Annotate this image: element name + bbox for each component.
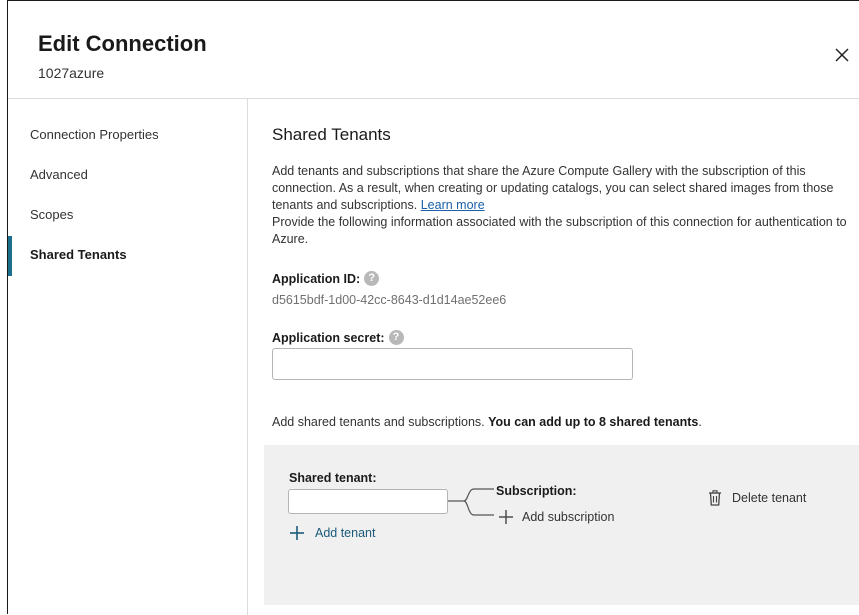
dialog-header: Edit Connection 1027azure: [8, 1, 859, 99]
add-note-prefix: Add shared tenants and subscriptions.: [272, 415, 485, 429]
plus-icon: [290, 526, 304, 540]
add-tenants-note: Add shared tenants and subscriptions. Yo…: [272, 415, 702, 429]
tenant-subscription-connector: [448, 488, 494, 516]
application-secret-label-row: Application secret: ?: [272, 330, 404, 345]
help-icon[interactable]: ?: [364, 271, 380, 286]
sidebar-item-scopes[interactable]: Scopes: [30, 207, 73, 222]
delete-tenant-label: Delete tenant: [732, 491, 807, 505]
section-description: Add tenants and subscriptions that share…: [272, 163, 859, 248]
sidebar-item-shared-tenants[interactable]: Shared Tenants: [30, 247, 127, 262]
trash-icon: [709, 490, 721, 506]
shared-tenant-panel: Shared tenant: Subscription: Add subscri…: [264, 445, 859, 605]
subscription-label: Subscription:: [496, 484, 577, 498]
shared-tenant-label: Shared tenant:: [289, 471, 377, 485]
learn-more-link[interactable]: Learn more: [421, 198, 485, 212]
sidebar-nav: Connection Properties Advanced Scopes Sh…: [8, 99, 248, 615]
add-note-suffix: .: [698, 415, 702, 429]
application-secret-input[interactable]: [272, 348, 633, 380]
close-icon: [835, 48, 849, 62]
description-text-1: Add tenants and subscriptions that share…: [272, 164, 834, 212]
plus-icon: [499, 510, 513, 524]
add-subscription-button[interactable]: Add subscription: [498, 509, 614, 525]
dialog-subtitle: 1027azure: [38, 65, 105, 81]
add-subscription-label: Add subscription: [522, 510, 615, 524]
help-icon[interactable]: ?: [388, 330, 404, 345]
shared-tenant-input[interactable]: [288, 489, 448, 514]
active-nav-indicator: [8, 236, 12, 276]
add-tenant-label: Add tenant: [315, 526, 376, 540]
dialog-title: Edit Connection: [38, 31, 207, 56]
application-secret-label: Application secret:: [272, 330, 385, 345]
section-title: Shared Tenants: [272, 125, 391, 144]
application-id-label-row: Application ID: ?: [272, 271, 380, 286]
add-tenant-button[interactable]: Add tenant: [289, 525, 375, 541]
sidebar-item-advanced[interactable]: Advanced: [30, 167, 88, 182]
close-button[interactable]: [832, 45, 852, 65]
sidebar-item-connection-properties[interactable]: Connection Properties: [30, 127, 159, 142]
delete-tenant-button[interactable]: Delete tenant: [708, 490, 806, 506]
add-note-limit: You can add up to 8 shared tenants: [488, 415, 699, 429]
description-text-2: Provide the following information associ…: [272, 215, 847, 246]
application-id-value: d5615bdf-1d00-42cc-8643-d1d14ae52ee6: [272, 293, 507, 307]
application-id-label: Application ID:: [272, 271, 361, 286]
